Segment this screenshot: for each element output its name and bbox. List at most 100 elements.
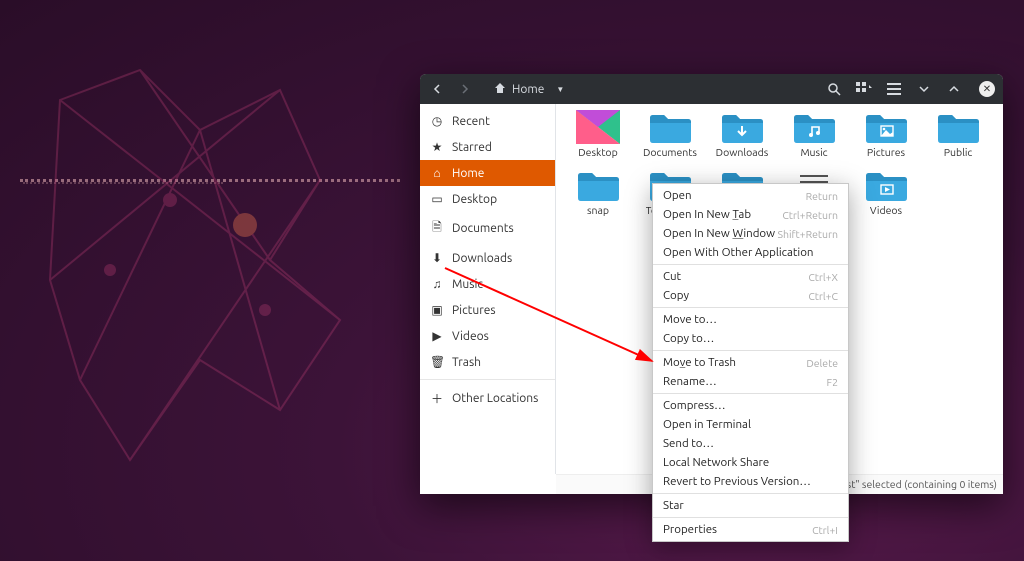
menu-item-send-to[interactable]: Send to… <box>653 434 848 453</box>
sidebar-icon: ▭ <box>430 192 444 206</box>
path-bar[interactable]: Home ▼ <box>494 82 564 97</box>
folder-icon <box>576 110 620 144</box>
menu-item-shortcut: F2 <box>827 376 838 388</box>
menu-item-label: Open In New Tab <box>663 208 751 221</box>
menu-separator <box>653 393 848 394</box>
folder-icon <box>864 168 908 202</box>
file-label: Music <box>800 146 827 158</box>
menu-item-label: Copy to… <box>663 332 714 345</box>
sidebar-item-videos[interactable]: ▶ Videos <box>420 323 555 349</box>
menu-item-shortcut: Ctrl+X <box>808 271 838 283</box>
sidebar-item-other-locations[interactable]: ＋ Other Locations <box>420 384 555 413</box>
folder-icon <box>792 110 836 144</box>
maximize-button[interactable] <box>945 80 963 98</box>
menu-item-rename[interactable]: Rename…F2 <box>653 372 848 391</box>
sidebar-item-pictures[interactable]: ▣Pictures <box>420 297 555 323</box>
menu-item-local-network-share[interactable]: Local Network Share <box>653 453 848 472</box>
minimize-button[interactable] <box>915 80 933 98</box>
menu-item-label: Open In New Window <box>663 227 775 240</box>
sidebar-item-recent[interactable]: ◷Recent <box>420 108 555 134</box>
sidebar-item-documents[interactable]: 🗎Documents <box>420 212 555 245</box>
decor-dots-2 <box>23 182 223 184</box>
nav-back-button[interactable] <box>426 78 448 100</box>
sidebar-icon: ⬇ <box>430 251 444 265</box>
menu-item-open-in-terminal[interactable]: Open in Terminal <box>653 415 848 434</box>
context-menu: OpenReturnOpen In New TabCtrl+ReturnOpen… <box>652 183 849 542</box>
sidebar-label: Documents <box>452 222 514 235</box>
menu-item-shortcut: Ctrl+C <box>808 290 838 302</box>
menu-item-open-in-new-window[interactable]: Open In New WindowShift+Return <box>653 224 848 243</box>
sidebar-label: Trash <box>452 356 481 369</box>
sidebar-label: Videos <box>452 330 489 343</box>
menu-item-copy[interactable]: Copy Ctrl+C <box>653 286 848 305</box>
sidebar-label: Desktop <box>452 193 497 206</box>
menu-item-star[interactable]: Star <box>653 496 848 515</box>
menu-separator <box>653 493 848 494</box>
menu-separator <box>653 264 848 265</box>
menu-item-open-with-other-application[interactable]: Open With Other Application <box>653 243 848 262</box>
menu-item-move-to-trash[interactable]: Move to Trash Delete <box>653 353 848 372</box>
menu-item-properties[interactable]: PropertiesCtrl+I <box>653 520 848 539</box>
menu-item-label: Compress… <box>663 399 726 412</box>
file-item-snap[interactable]: snap <box>562 168 634 216</box>
sidebar-item-desktop[interactable]: ▭ Desktop <box>420 186 555 212</box>
sidebar-label: Pictures <box>452 304 496 317</box>
sidebar-item-downloads[interactable]: ⬇Downloads <box>420 245 555 271</box>
menu-item-cut[interactable]: CutCtrl+X <box>653 267 848 286</box>
folder-icon <box>864 110 908 144</box>
file-item-music[interactable]: Music <box>778 110 850 158</box>
sidebar-label: Other Locations <box>452 392 538 405</box>
nav-forward-button[interactable] <box>454 78 476 100</box>
menu-item-label: Move to Trash <box>663 356 736 369</box>
file-item-documents[interactable]: Documents <box>634 110 706 158</box>
folder-icon <box>936 110 980 144</box>
close-button[interactable]: ✕ <box>979 81 995 97</box>
menu-item-compress[interactable]: Compress… <box>653 396 848 415</box>
menu-separator <box>653 517 848 518</box>
menu-item-label: Local Network Share <box>663 456 769 469</box>
sidebar-icon: ♫ <box>430 277 444 291</box>
sidebar-label: Music <box>452 278 483 291</box>
menu-item-label: Copy <box>663 289 689 302</box>
sidebar-icon: 🗑 <box>430 355 444 369</box>
sidebar-item-home[interactable]: ⌂Home <box>420 160 555 186</box>
sidebar-icon: ★ <box>430 140 444 154</box>
home-icon <box>494 82 506 97</box>
breadcrumb-label: Home <box>512 83 544 96</box>
sidebar-icon: ＋ <box>430 390 444 407</box>
file-label: Public <box>944 146 973 158</box>
menu-item-label: Open in Terminal <box>663 418 751 431</box>
menu-item-shortcut: Return <box>806 190 838 202</box>
hamburger-menu-button[interactable] <box>885 80 903 98</box>
menu-item-copy-to[interactable]: Copy to… <box>653 329 848 348</box>
view-options-button[interactable] <box>855 80 873 98</box>
menu-item-move-to[interactable]: Move to… <box>653 310 848 329</box>
menu-item-open-in-new-tab[interactable]: Open In New TabCtrl+Return <box>653 205 848 224</box>
wallpaper-cat-art <box>20 60 450 530</box>
file-item-pictures[interactable]: Pictures <box>850 110 922 158</box>
menu-item-label: Revert to Previous Version… <box>663 475 811 488</box>
breadcrumb-dropdown-icon[interactable]: ▼ <box>556 85 564 94</box>
sidebar-item-music[interactable]: ♫ Music <box>420 271 555 297</box>
sidebar-item-starred[interactable]: ★ Starred <box>420 134 555 160</box>
file-label: Desktop <box>578 146 617 158</box>
file-label: Videos <box>870 204 902 216</box>
sidebar-label: Starred <box>452 141 492 154</box>
sidebar-label: Recent <box>452 115 490 128</box>
file-item-videos[interactable]: Videos <box>850 168 922 216</box>
folder-icon <box>648 110 692 144</box>
file-item-public[interactable]: Public <box>922 110 994 158</box>
file-item-downloads[interactable]: Downloads <box>706 110 778 158</box>
sidebar-label: Home <box>452 167 484 180</box>
menu-item-open[interactable]: OpenReturn <box>653 186 848 205</box>
menu-item-shortcut: Shift+Return <box>777 228 838 240</box>
sidebar: ◷Recent★Starred⌂Home▭Desktop🗎Documents⬇D… <box>420 104 556 474</box>
menu-separator <box>653 307 848 308</box>
sidebar-icon: ▶ <box>430 329 444 343</box>
search-button[interactable] <box>825 80 843 98</box>
sidebar-item-trash[interactable]: 🗑 Trash <box>420 349 555 375</box>
sidebar-separator <box>420 379 555 380</box>
file-item-desktop[interactable]: Desktop <box>562 110 634 158</box>
menu-item-shortcut: Delete <box>806 357 838 369</box>
menu-item-revert-to-previous-version[interactable]: Revert to Previous Version… <box>653 472 848 491</box>
